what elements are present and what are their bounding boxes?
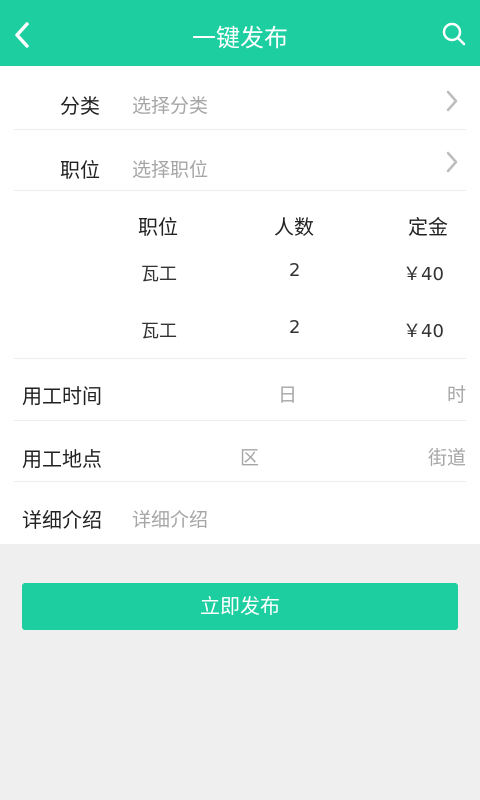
street-select[interactable]: 街道 — [428, 443, 466, 470]
hour-select[interactable]: 时 — [447, 380, 466, 407]
search-icon — [442, 22, 466, 46]
category-select[interactable]: 选择分类 — [132, 91, 208, 118]
column-header-position: 职位 — [138, 215, 178, 239]
table-cell-position: 瓦工 — [141, 264, 177, 285]
position-row[interactable]: 职位 选择职位 — [14, 130, 466, 191]
position-label: 职位 — [60, 158, 100, 182]
publish-form: 分类 选择分类 职位 选择职位 职位 人数 定金 瓦工 2 ￥40 瓦工 2 ￥… — [0, 66, 480, 544]
work-time-row: 用工时间 日 时 — [14, 359, 466, 421]
table-cell-count: 2 — [289, 317, 301, 338]
category-label: 分类 — [60, 94, 100, 118]
app-header: 一键发布 — [0, 0, 480, 66]
page-title: 一键发布 — [192, 24, 288, 52]
details-row: 详细介绍 详细介绍 — [14, 482, 466, 544]
job-table: 职位 人数 定金 瓦工 2 ￥40 瓦工 2 ￥40 — [14, 191, 466, 359]
details-label: 详细介绍 — [22, 508, 102, 532]
table-cell-deposit: ￥40 — [403, 264, 444, 285]
publish-button[interactable]: 立即发布 — [22, 583, 458, 630]
category-row[interactable]: 分类 选择分类 — [14, 66, 466, 130]
table-cell-count: 2 — [289, 260, 301, 281]
work-location-row: 用工地点 区 街道 — [14, 421, 466, 482]
work-time-label: 用工时间 — [22, 384, 102, 408]
chevron-right-icon — [446, 151, 458, 173]
column-header-deposit: 定金 — [408, 215, 448, 239]
work-location-label: 用工地点 — [22, 447, 102, 471]
chevron-right-icon — [446, 90, 458, 112]
position-select[interactable]: 选择职位 — [132, 155, 208, 182]
details-input[interactable]: 详细介绍 — [132, 505, 208, 532]
district-select[interactable]: 区 — [240, 443, 259, 470]
day-select[interactable]: 日 — [278, 380, 297, 407]
search-button[interactable] — [440, 20, 468, 48]
table-cell-position: 瓦工 — [141, 321, 177, 342]
table-cell-deposit: ￥40 — [403, 321, 444, 342]
column-header-count: 人数 — [274, 215, 314, 239]
